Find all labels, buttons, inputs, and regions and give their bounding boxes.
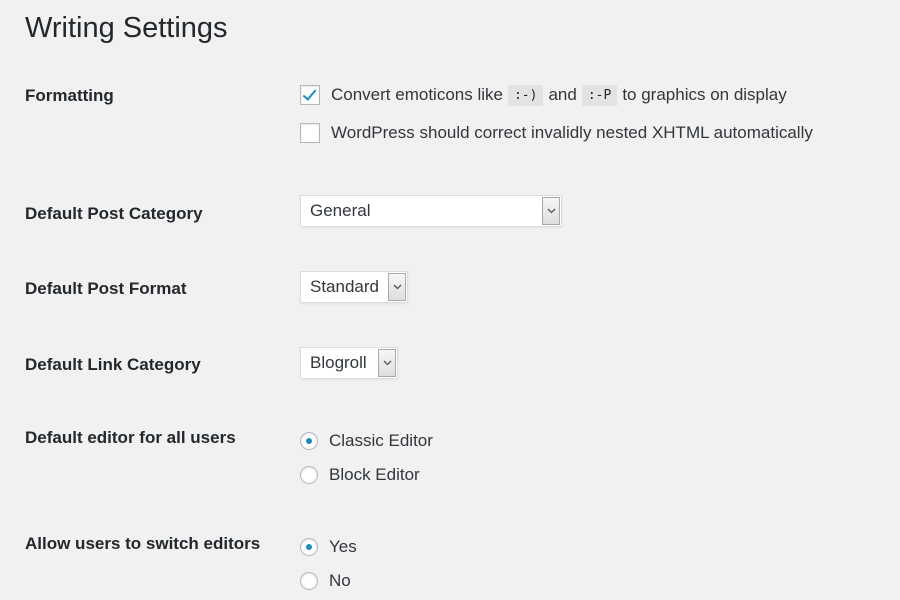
yes-label: Yes [329,537,357,556]
radio-option-yes[interactable]: Yes [300,534,357,560]
default-post-format-select[interactable]: Standard [300,271,408,303]
xhtml-option[interactable]: WordPress should correct invalidly neste… [300,120,813,146]
block-editor-radio[interactable] [300,466,318,484]
default-post-category-value: General [310,201,371,220]
radio-option-no[interactable]: No [300,568,357,594]
emoticon-code-tongue: :-P [581,84,618,106]
default-post-category-label: Default Post Category [25,204,203,223]
default-post-format-label: Default Post Format [25,279,187,298]
radio-option-block-editor[interactable]: Block Editor [300,462,433,488]
emoticons-text-after: to graphics on display [622,85,787,104]
allow-switch-options: Yes No [300,534,357,594]
no-radio[interactable] [300,572,318,590]
emoticons-text-middle: and [548,85,577,104]
default-editor-options: Classic Editor Block Editor [300,428,433,488]
radio-option-classic-editor[interactable]: Classic Editor [300,428,433,454]
page-title: Writing Settings [25,12,228,44]
default-editor-label: Default editor for all users [25,428,236,447]
default-link-category-label: Default Link Category [25,355,201,374]
classic-editor-radio[interactable] [300,432,318,450]
emoticons-text-before: Convert emoticons like [331,85,503,104]
default-post-format-value: Standard [310,277,379,296]
xhtml-text: WordPress should correct invalidly neste… [331,123,813,142]
no-label: No [329,571,351,590]
emoticons-checkbox[interactable] [300,85,320,105]
emoticons-option[interactable]: Convert emoticons like :-) and :-P to gr… [300,82,813,108]
formatting-options: Convert emoticons like :-) and :-P to gr… [300,82,813,146]
yes-radio[interactable] [300,538,318,556]
allow-switch-label: Allow users to switch editors [25,534,261,553]
default-link-category-select[interactable]: Blogroll [300,347,398,379]
block-editor-label: Block Editor [329,465,420,484]
default-post-category-select[interactable]: General [300,195,562,227]
classic-editor-label: Classic Editor [329,431,433,450]
chevron-down-icon[interactable] [542,197,560,225]
chevron-down-icon[interactable] [388,273,406,301]
default-link-category-value: Blogroll [310,353,367,372]
formatting-label: Formatting [25,86,114,105]
xhtml-checkbox[interactable] [300,123,320,143]
chevron-down-icon[interactable] [378,349,396,377]
emoticon-code-smile: :-) [507,84,544,106]
